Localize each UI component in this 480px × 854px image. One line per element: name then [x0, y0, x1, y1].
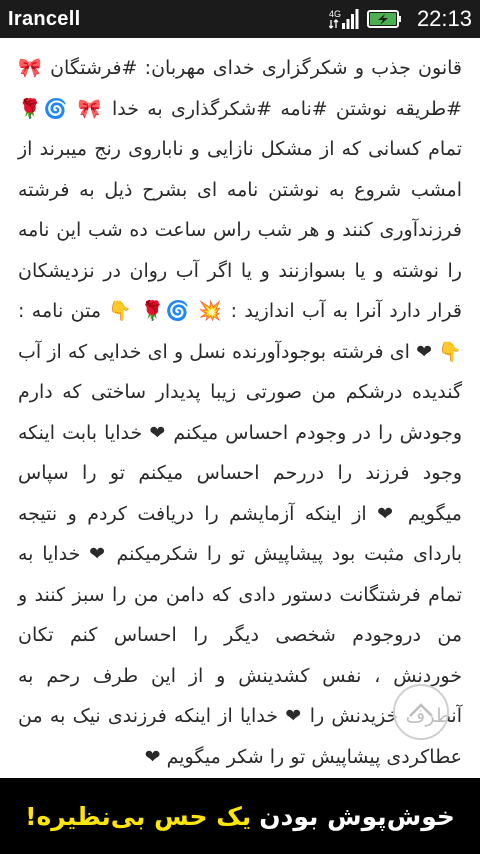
ad-text-white: خوش‌پوش بودن [259, 801, 455, 831]
carrier-name: Irancell [8, 7, 81, 30]
battery-charging-icon [366, 9, 403, 29]
article-text: قانون جذب و شکرگزاری خدای مهربان: #فرشتگ… [18, 57, 462, 768]
signal-bars-icon: 4G [328, 8, 359, 30]
ad-banner[interactable]: خوش‌پوش بودن یک حس بی‌نظیره! [0, 778, 480, 854]
status-icons: 4G 22:13 [328, 6, 472, 32]
status-bar: Irancell 4G 22:13 [0, 0, 480, 38]
network-type-label: 4G [329, 9, 341, 19]
article-content[interactable]: قانون جذب و شکرگزاری خدای مهربان: #فرشتگ… [0, 38, 480, 778]
clock-time: 22:13 [416, 6, 472, 31]
chevron-up-icon [408, 702, 434, 722]
scroll-to-top-button[interactable] [393, 684, 449, 740]
ad-text-yellow: یک حس بی‌نظیره! [25, 801, 252, 831]
